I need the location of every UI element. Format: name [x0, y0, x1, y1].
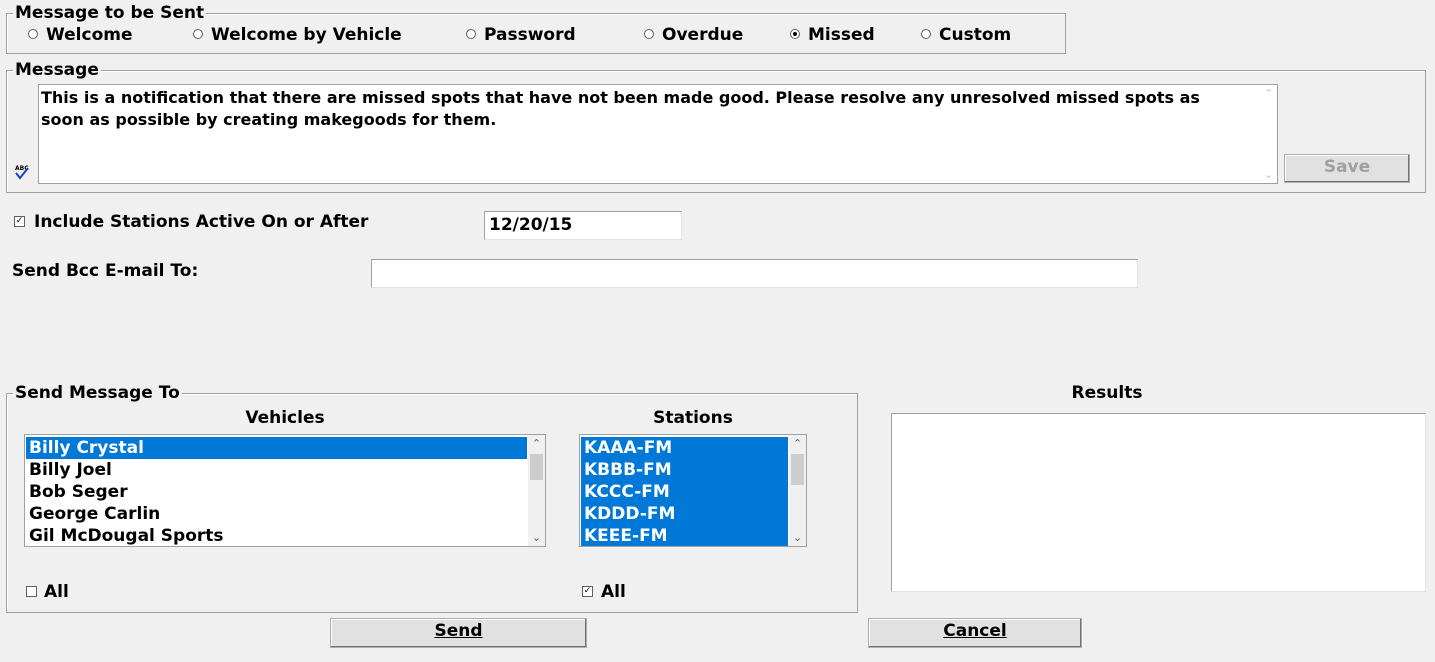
list-item[interactable]: KBBB-FM: [581, 459, 788, 481]
spellcheck-icon[interactable]: ABC: [12, 162, 32, 182]
list-item[interactable]: KDDD-FM: [581, 503, 788, 525]
radio-dot: [921, 29, 931, 39]
list-item[interactable]: Billy Joel: [26, 459, 527, 481]
list-item[interactable]: Gil McDougal Sports: [26, 525, 527, 546]
send-button-label: Send: [434, 621, 483, 641]
list-item[interactable]: Bob Seger: [26, 481, 527, 503]
message-type-title: Message to be Sent: [13, 3, 207, 23]
send-to-title: Send Message To: [13, 383, 182, 403]
save-button[interactable]: Save: [1284, 154, 1410, 183]
list-item[interactable]: Billy Crystal: [26, 437, 527, 459]
scroll-up-icon[interactable]: ⌃: [528, 435, 545, 452]
stations-all-checkbox[interactable]: ✓: [582, 586, 593, 597]
stations-scrollbar[interactable]: ⌃ ⌄: [789, 435, 806, 546]
active-date-value: 12/20/15: [489, 215, 573, 235]
scroll-down-icon[interactable]: ⌄: [1260, 166, 1277, 183]
message-text: This is a notification that there are mi…: [41, 88, 1200, 129]
vehicles-scrollbar[interactable]: ⌃ ⌄: [528, 435, 545, 546]
radio-custom[interactable]: Custom: [921, 25, 1011, 45]
cancel-button[interactable]: Cancel: [868, 618, 1082, 648]
scroll-up-icon[interactable]: ⌃: [789, 435, 806, 452]
vehicles-all-checkbox[interactable]: [26, 586, 37, 597]
include-stations-checkbox[interactable]: ✓: [14, 216, 25, 227]
scroll-down-icon[interactable]: ⌄: [789, 529, 806, 546]
list-item[interactable]: KCCC-FM: [581, 481, 788, 503]
results-box: [891, 413, 1426, 592]
message-scrollbar[interactable]: ⌃ ⌄: [1260, 85, 1277, 183]
send-button[interactable]: Send: [330, 618, 587, 648]
radio-label: Custom: [939, 25, 1012, 45]
list-item[interactable]: George Carlin: [26, 503, 527, 525]
scroll-up-icon[interactable]: ⌃: [1260, 85, 1277, 102]
radio-label: Welcome by Vehicle: [211, 25, 402, 45]
scroll-thumb[interactable]: [791, 454, 804, 485]
message-title: Message: [13, 60, 101, 80]
stations-list[interactable]: KAAA-FM KBBB-FM KCCC-FM KDDD-FM KEEE-FM …: [579, 434, 807, 547]
radio-label: Missed: [808, 25, 875, 45]
radio-missed[interactable]: Missed: [790, 25, 875, 45]
include-stations-label: Include Stations Active On or After: [34, 212, 369, 232]
stations-all-label: All: [601, 582, 626, 602]
radio-dot: [466, 29, 476, 39]
vehicles-list[interactable]: Billy Crystal Billy Joel Bob Seger Georg…: [24, 434, 546, 547]
scroll-down-icon[interactable]: ⌄: [528, 529, 545, 546]
radio-label: Overdue: [662, 25, 744, 45]
radio-password[interactable]: Password: [466, 25, 576, 45]
active-date-field[interactable]: 12/20/15: [484, 211, 682, 240]
radio-dot-selected: [790, 29, 800, 39]
vehicles-all-label: All: [44, 582, 69, 602]
results-title: Results: [1071, 383, 1143, 403]
bcc-email-field[interactable]: [371, 259, 1138, 288]
radio-welcome[interactable]: Welcome: [28, 25, 133, 45]
bcc-label: Send Bcc E-mail To:: [12, 261, 199, 281]
radio-label: Welcome: [46, 25, 133, 45]
list-item[interactable]: KAAA-FM: [581, 437, 788, 459]
radio-label: Password: [484, 25, 576, 45]
vehicles-header: Vehicles: [245, 408, 325, 428]
radio-dot: [193, 29, 203, 39]
radio-overdue[interactable]: Overdue: [644, 25, 743, 45]
cancel-button-label: Cancel: [943, 621, 1007, 641]
list-item[interactable]: KEEE-FM: [581, 525, 788, 546]
radio-dot: [644, 29, 654, 39]
stations-header: Stations: [653, 408, 733, 428]
radio-welcome-by-vehicle[interactable]: Welcome by Vehicle: [193, 25, 402, 45]
radio-dot: [28, 29, 38, 39]
message-textarea[interactable]: This is a notification that there are mi…: [38, 84, 1278, 184]
scroll-thumb[interactable]: [530, 454, 543, 480]
